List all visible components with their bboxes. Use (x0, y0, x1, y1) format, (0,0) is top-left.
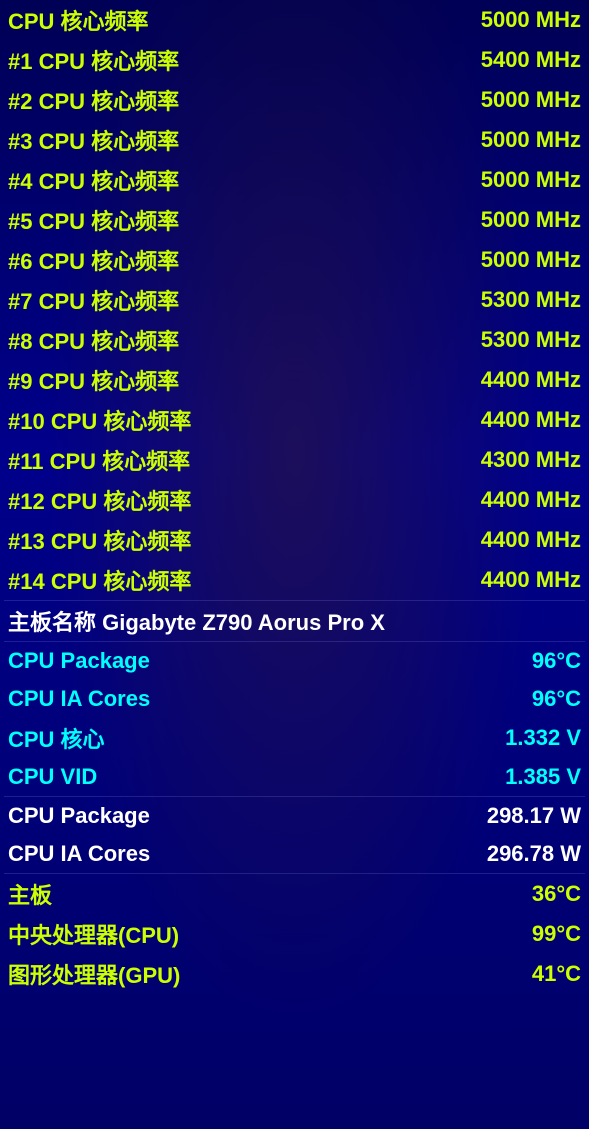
row-value: 5300 MHz (481, 287, 581, 313)
row-label: #1 CPU 核心频率 (8, 44, 179, 76)
list-item: #6 CPU 核心频率 5000 MHz (0, 240, 589, 280)
row-value: 5000 MHz (481, 167, 581, 193)
list-item: #11 CPU 核心频率 4300 MHz (0, 440, 589, 480)
row-value: 96°C (532, 686, 581, 712)
row-label: 主板 (8, 878, 52, 910)
list-item: CPU 核心频率 5000 MHz (0, 0, 589, 40)
list-item: #3 CPU 核心频率 5000 MHz (0, 120, 589, 160)
list-item: CPU VID 1.385 V (0, 758, 589, 796)
row-label: #14 CPU 核心频率 (8, 564, 191, 596)
row-label: CPU 核心 (8, 722, 105, 754)
list-item: #4 CPU 核心频率 5000 MHz (0, 160, 589, 200)
list-item: #2 CPU 核心频率 5000 MHz (0, 80, 589, 120)
row-label: #6 CPU 核心频率 (8, 244, 179, 276)
row-label: 图形处理器(GPU) (8, 958, 180, 990)
row-label: CPU 核心频率 (8, 4, 149, 36)
list-item: CPU IA Cores 96°C (0, 680, 589, 718)
list-item: CPU 核心 1.332 V (0, 718, 589, 758)
row-value: 5000 MHz (481, 127, 581, 153)
row-value: 5300 MHz (481, 327, 581, 353)
row-label: #3 CPU 核心频率 (8, 124, 179, 156)
list-item: #12 CPU 核心频率 4400 MHz (0, 480, 589, 520)
row-value: 4400 MHz (481, 567, 581, 593)
row-label: 中央处理器(CPU) (8, 918, 179, 950)
list-item: #8 CPU 核心频率 5300 MHz (0, 320, 589, 360)
row-label: CPU IA Cores (8, 841, 150, 867)
row-value: 4400 MHz (481, 527, 581, 553)
row-value: 5400 MHz (481, 47, 581, 73)
row-value: 5000 MHz (481, 247, 581, 273)
list-item: 主板名称 Gigabyte Z790 Aorus Pro X (0, 601, 589, 641)
list-item: 主板 36°C (0, 874, 589, 914)
row-label: CPU VID (8, 764, 97, 790)
row-label: CPU Package (8, 648, 150, 674)
row-value: 5000 MHz (481, 207, 581, 233)
main-content: CPU 核心频率 5000 MHz #1 CPU 核心频率 5400 MHz #2 CP… (0, 0, 589, 994)
row-value: 298.17 W (487, 803, 581, 829)
row-value: 4400 MHz (481, 487, 581, 513)
list-item: #7 CPU 核心频率 5300 MHz (0, 280, 589, 320)
list-item: #1 CPU 核心频率 5400 MHz (0, 40, 589, 80)
row-value: 36°C (532, 881, 581, 907)
list-item: CPU Package 96°C (0, 642, 589, 680)
list-item: #9 CPU 核心频率 4400 MHz (0, 360, 589, 400)
list-item: #10 CPU 核心频率 4400 MHz (0, 400, 589, 440)
row-value: 1.385 V (505, 764, 581, 790)
row-label: CPU Package (8, 803, 150, 829)
row-value: 5000 MHz (481, 7, 581, 33)
row-value: 1.332 V (505, 725, 581, 751)
row-label: #4 CPU 核心频率 (8, 164, 179, 196)
row-label: #12 CPU 核心频率 (8, 484, 191, 516)
row-label: CPU IA Cores (8, 686, 150, 712)
list-item: 中央处理器(CPU) 99°C (0, 914, 589, 954)
row-value: 99°C (532, 921, 581, 947)
row-label: 主板名称 Gigabyte Z790 Aorus Pro X (8, 605, 385, 637)
row-label: #11 CPU 核心频率 (8, 444, 190, 476)
row-label: #13 CPU 核心频率 (8, 524, 191, 556)
row-label: #7 CPU 核心频率 (8, 284, 179, 316)
row-value: 4400 MHz (481, 367, 581, 393)
list-item: CPU Package 298.17 W (0, 797, 589, 835)
row-label: #9 CPU 核心频率 (8, 364, 179, 396)
list-item: CPU IA Cores 296.78 W (0, 835, 589, 873)
row-value: 296.78 W (487, 841, 581, 867)
row-label: #5 CPU 核心频率 (8, 204, 179, 236)
row-value: 4300 MHz (481, 447, 581, 473)
list-item: #5 CPU 核心频率 5000 MHz (0, 200, 589, 240)
row-value: 41°C (532, 961, 581, 987)
list-item: #13 CPU 核心频率 4400 MHz (0, 520, 589, 560)
row-label: #8 CPU 核心频率 (8, 324, 179, 356)
list-item: 图形处理器(GPU) 41°C (0, 954, 589, 994)
row-label: #2 CPU 核心频率 (8, 84, 179, 116)
row-value: 96°C (532, 648, 581, 674)
row-value: 5000 MHz (481, 87, 581, 113)
list-item: #14 CPU 核心频率 4400 MHz (0, 560, 589, 600)
row-value: 4400 MHz (481, 407, 581, 433)
row-label: #10 CPU 核心频率 (8, 404, 191, 436)
